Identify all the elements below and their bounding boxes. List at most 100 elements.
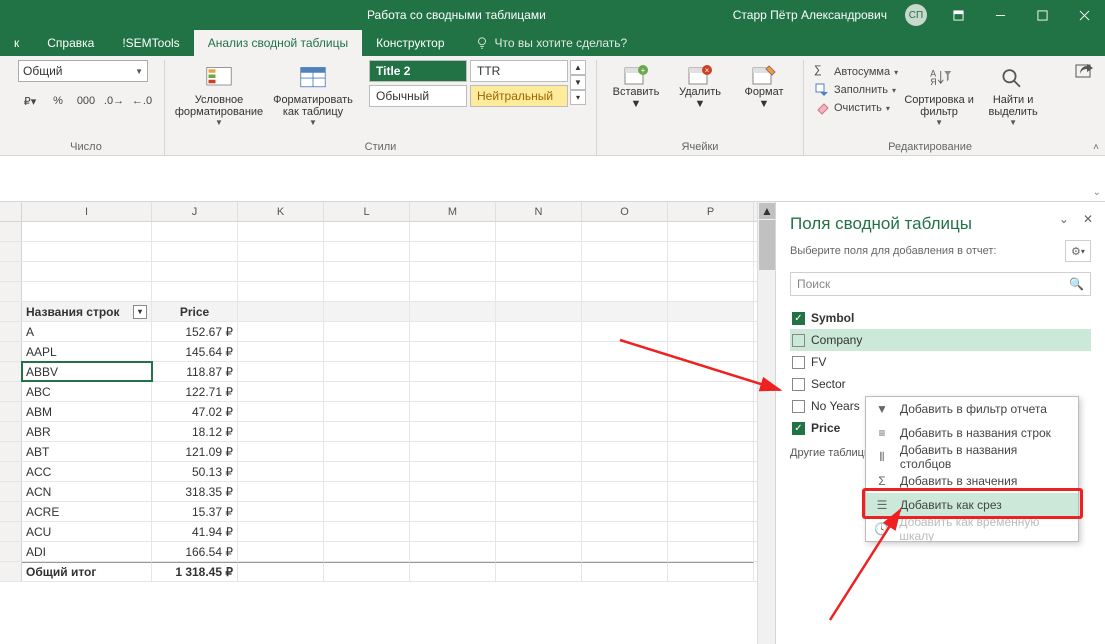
table-row-price[interactable]: 152.67 ₽ — [152, 322, 238, 341]
table-row-price[interactable]: 41.94 ₽ — [152, 522, 238, 541]
tab-pivot-analyze[interactable]: Анализ сводной таблицы — [194, 30, 362, 56]
col-header-N[interactable]: N — [496, 202, 582, 221]
avatar[interactable]: СП — [905, 4, 927, 26]
vertical-scrollbar[interactable]: ▲ — [757, 202, 775, 644]
style-neutral[interactable]: Нейтральный — [470, 85, 568, 107]
percent-format-button[interactable]: % — [46, 90, 70, 112]
table-row-name[interactable]: ABBV — [22, 362, 152, 381]
delete-cells-button[interactable]: × Удалить▼ — [671, 60, 729, 110]
worksheet-grid[interactable]: I J K L M N O P Названия строк▾PriceA152… — [0, 202, 775, 644]
format-cells-button[interactable]: Формат▼ — [735, 60, 793, 110]
table-row-price[interactable]: 121.09 ₽ — [152, 442, 238, 461]
table-row-price[interactable]: 118.87 ₽ — [152, 362, 238, 381]
checkbox-icon[interactable] — [792, 356, 805, 369]
tab-partial[interactable]: к — [0, 30, 33, 56]
number-format-select[interactable]: Общий ▼ — [18, 60, 148, 82]
checkbox-icon[interactable]: ✓ — [792, 312, 805, 325]
tab-semtools[interactable]: !SEMTools — [108, 30, 193, 56]
table-row-price[interactable]: 18.12 ₽ — [152, 422, 238, 441]
maximize-icon[interactable] — [1021, 0, 1063, 30]
col-header-L[interactable]: L — [324, 202, 410, 221]
sort-filter-button[interactable]: AЯ Сортировка и фильтр▼ — [904, 60, 974, 127]
table-row-price[interactable]: 15.37 ₽ — [152, 502, 238, 521]
expand-formula-bar-icon[interactable]: ⌄ — [1093, 187, 1101, 198]
gallery-more-button[interactable]: ▾ — [570, 90, 586, 105]
scroll-up-icon[interactable]: ▲ — [759, 203, 775, 219]
conditional-formatting-button[interactable]: Условное форматирование▼ — [175, 60, 263, 127]
col-header-J[interactable]: J — [152, 202, 238, 221]
col-header-M[interactable]: M — [410, 202, 496, 221]
style-normal[interactable]: Обычный — [369, 85, 467, 107]
find-select-button[interactable]: Найти и выделить▼ — [980, 60, 1046, 127]
table-row-name[interactable]: ABT — [22, 442, 152, 461]
close-pane-icon[interactable]: ✕ — [1083, 212, 1093, 226]
search-icon: 🔍 — [1069, 277, 1084, 291]
col-header-K[interactable]: K — [238, 202, 324, 221]
decrease-decimal-button[interactable]: ←.0 — [130, 90, 154, 112]
ctx-add-to-report-filter[interactable]: ▼Добавить в фильтр отчета — [866, 397, 1078, 421]
table-row-name[interactable]: ABM — [22, 402, 152, 421]
gallery-down-button[interactable]: ▼ — [570, 75, 586, 90]
table-row-price[interactable]: 318.35 ₽ — [152, 482, 238, 501]
checkbox-icon[interactable] — [792, 378, 805, 391]
ctx-add-as-slicer[interactable]: ☰Добавить как срез — [866, 493, 1078, 517]
autosum-button[interactable]: ∑Автосумма ▾ — [814, 64, 898, 80]
ribbon-display-options-icon[interactable] — [937, 0, 979, 30]
table-row-name[interactable]: ABC — [22, 382, 152, 401]
table-row-price[interactable]: 47.02 ₽ — [152, 402, 238, 421]
col-header-P[interactable]: P — [668, 202, 754, 221]
checkbox-icon[interactable]: ✓ — [792, 422, 805, 435]
table-row-price[interactable]: 122.71 ₽ — [152, 382, 238, 401]
minimize-icon[interactable] — [979, 0, 1021, 30]
pivot-field-symbol[interactable]: ✓Symbol — [790, 307, 1091, 329]
table-row-name[interactable]: ADI — [22, 542, 152, 561]
table-row-name[interactable]: ACN — [22, 482, 152, 501]
col-header-O[interactable]: O — [582, 202, 668, 221]
increase-decimal-button[interactable]: .0→ — [102, 90, 126, 112]
clear-button[interactable]: Очистить ▾ — [814, 100, 898, 116]
tab-help[interactable]: Справка — [33, 30, 108, 56]
user-name[interactable]: Старр Пётр Александрович — [733, 8, 887, 22]
gallery-up-button[interactable]: ▲ — [570, 60, 586, 75]
accounting-format-button[interactable]: ₽▾ — [18, 90, 42, 112]
table-row-price[interactable]: 166.54 ₽ — [152, 542, 238, 561]
pivot-field-sector[interactable]: Sector — [790, 373, 1091, 395]
share-icon[interactable] — [1075, 62, 1095, 80]
grand-total-label[interactable]: Общий итог — [22, 562, 152, 581]
pivot-field-fv[interactable]: FV — [790, 351, 1091, 373]
fill-button[interactable]: Заполнить ▾ — [814, 82, 898, 98]
chevron-down-icon[interactable]: ⌄ — [1059, 212, 1069, 226]
sort-filter-icon: AЯ — [925, 64, 953, 92]
pivot-price-header[interactable]: Price — [152, 302, 238, 321]
table-row-name[interactable]: A — [22, 322, 152, 341]
table-row-price[interactable]: 50.13 ₽ — [152, 462, 238, 481]
ctx-add-to-values[interactable]: ΣДобавить в значения — [866, 469, 1078, 493]
pivot-row-header[interactable]: Названия строк▾ — [22, 302, 152, 321]
style-ttr[interactable]: TTR — [470, 60, 568, 82]
checkbox-icon[interactable] — [792, 334, 805, 347]
style-title2[interactable]: Title 2 — [369, 60, 467, 82]
ctx-add-to-row-labels[interactable]: ≡Добавить в названия строк — [866, 421, 1078, 445]
tell-me[interactable]: Что вы хотите сделать? — [475, 30, 628, 56]
table-row-name[interactable]: ACRE — [22, 502, 152, 521]
ctx-add-to-column-labels[interactable]: ⦀Добавить в названия столбцов — [866, 445, 1078, 469]
comma-format-button[interactable]: 000 — [74, 90, 98, 112]
table-row-name[interactable]: ACU — [22, 522, 152, 541]
scroll-thumb[interactable] — [759, 220, 775, 270]
table-row-name[interactable]: AAPL — [22, 342, 152, 361]
table-row-name[interactable]: ABR — [22, 422, 152, 441]
table-row-name[interactable]: ACC — [22, 462, 152, 481]
filter-dropdown-icon[interactable]: ▾ — [133, 305, 147, 319]
col-header-I[interactable]: I — [22, 202, 152, 221]
pivot-search-input[interactable]: Поиск 🔍 — [790, 272, 1091, 296]
format-as-table-button[interactable]: Форматировать как таблицу▼ — [269, 60, 357, 127]
grand-total-value[interactable]: 1 318.45 ₽ — [152, 562, 238, 581]
pivot-field-company[interactable]: Company — [790, 329, 1091, 351]
close-icon[interactable] — [1063, 0, 1105, 30]
table-row-price[interactable]: 145.64 ₽ — [152, 342, 238, 361]
tab-design[interactable]: Конструктор — [362, 30, 458, 56]
checkbox-icon[interactable] — [792, 400, 805, 413]
pivot-tools-button[interactable]: ⚙▾ — [1065, 240, 1091, 262]
collapse-ribbon-icon[interactable]: ˄ — [1093, 142, 1099, 153]
insert-cells-button[interactable]: + Вставить▼ — [607, 60, 665, 110]
